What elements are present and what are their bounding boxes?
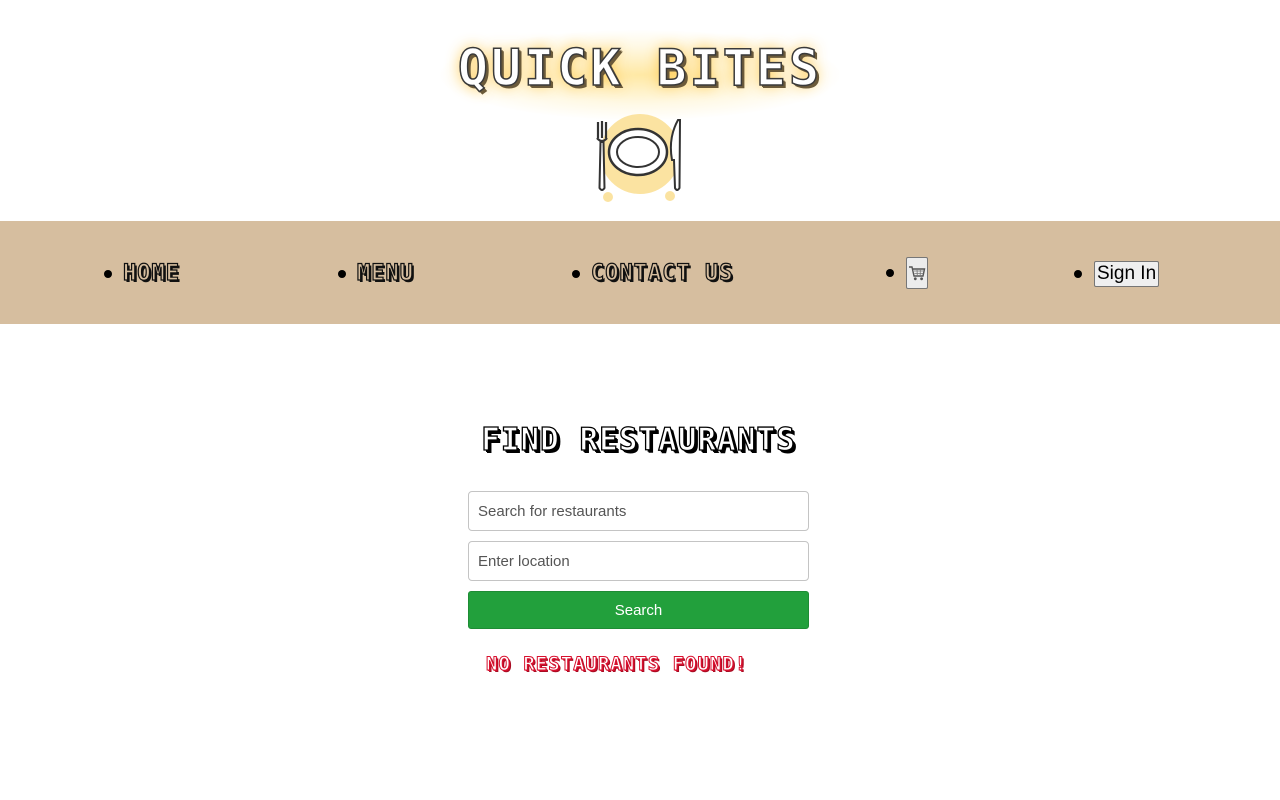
nav-bullet	[886, 269, 894, 277]
no-results-message: NO RESTAURANTS FOUND!	[486, 653, 748, 676]
nav-bullet	[338, 270, 346, 278]
location-input[interactable]	[468, 541, 809, 581]
sign-in-button[interactable]: Sign In	[1094, 261, 1160, 287]
nav-item-home: HOME	[104, 259, 180, 289]
nav-bullet	[572, 270, 580, 278]
restaurant-search-input[interactable]	[468, 491, 809, 531]
nav-bullet	[1074, 270, 1082, 278]
plate-fork-knife-icon	[596, 114, 682, 202]
search-section: FIND RESTAURANTS Search NO RESTAURANTS F…	[468, 418, 809, 677]
nav-item-cart	[886, 255, 928, 291]
site-title: QUICK BITES	[457, 38, 823, 98]
nav-link-contact-us[interactable]: CONTACT US	[590, 259, 733, 289]
nav-bullet	[104, 270, 112, 278]
find-restaurants-heading: FIND RESTAURANTS	[481, 421, 796, 458]
nav-item-menu: MENU	[338, 259, 414, 289]
search-button[interactable]: Search	[468, 591, 809, 629]
site-header: QUICK BITES	[0, 0, 1280, 221]
main-navbar: HOME MENU CONTACT US Sign In	[0, 221, 1280, 324]
shopping-cart-icon	[909, 266, 926, 281]
cart-button[interactable]	[906, 257, 928, 289]
nav-item-contact: CONTACT US	[572, 259, 733, 289]
nav-item-signin: Sign In	[1074, 259, 1160, 289]
nav-link-menu[interactable]: MENU	[356, 259, 414, 289]
nav-link-home[interactable]: HOME	[122, 259, 180, 289]
